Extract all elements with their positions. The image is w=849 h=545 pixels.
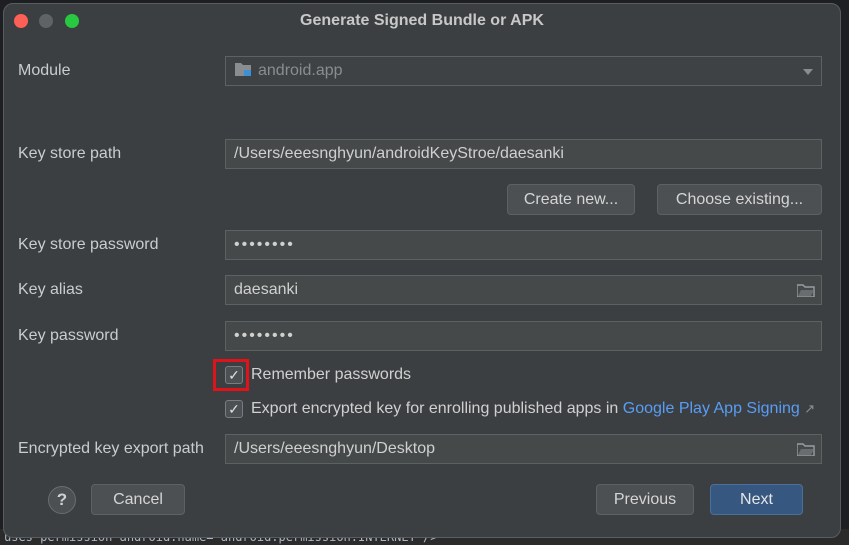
module-label: Module	[18, 62, 71, 79]
folder-icon[interactable]	[797, 284, 815, 297]
key-alias-label: Key alias	[18, 281, 83, 298]
help-button[interactable]: ?	[48, 486, 76, 514]
export-key-row: Export encrypted key for enrolling publi…	[251, 400, 815, 418]
choose-existing-button[interactable]: Choose existing...	[657, 184, 822, 215]
cancel-button[interactable]: Cancel	[91, 484, 185, 515]
export-key-checkbox[interactable]: ✓	[225, 400, 243, 418]
key-store-path-label: Key store path	[18, 145, 122, 162]
export-path-value: /Users/eeesnghyun/Desktop	[234, 440, 435, 457]
key-password-input[interactable]: ••••••••	[225, 321, 822, 351]
export-path-label: Encrypted key export path	[18, 440, 204, 457]
export-path-input[interactable]: /Users/eeesnghyun/Desktop	[225, 434, 822, 464]
key-alias-input[interactable]: daesanki	[225, 275, 822, 305]
module-select[interactable]: android.app	[225, 56, 822, 86]
create-new-button[interactable]: Create new...	[507, 184, 635, 215]
remember-passwords-label: Remember passwords	[251, 366, 412, 383]
module-value: android.app	[258, 62, 343, 79]
key-password-label: Key password	[18, 327, 119, 344]
chevron-down-icon	[803, 69, 813, 75]
next-button[interactable]: Next	[710, 484, 803, 515]
previous-button[interactable]: Previous	[596, 484, 694, 515]
highlight-box	[213, 359, 249, 391]
key-alias-value: daesanki	[234, 281, 299, 298]
module-folder-icon	[234, 59, 254, 76]
folder-icon[interactable]	[797, 443, 815, 456]
google-play-app-signing-link[interactable]: Google Play App Signing	[623, 400, 800, 417]
signed-bundle-dialog: Generate Signed Bundle or APK Module and…	[3, 3, 841, 538]
key-store-password-input[interactable]: ••••••••	[225, 230, 822, 260]
key-store-password-label: Key store password	[18, 236, 159, 253]
export-key-label: Export encrypted key for enrolling publi…	[251, 400, 619, 417]
title-bar: Generate Signed Bundle or APK	[4, 4, 840, 38]
key-store-path-input[interactable]: /Users/eeesnghyun/androidKeyStroe/daesan…	[225, 139, 822, 169]
dialog-title: Generate Signed Bundle or APK	[300, 12, 544, 29]
external-link-arrow-icon: ↗	[804, 401, 816, 416]
